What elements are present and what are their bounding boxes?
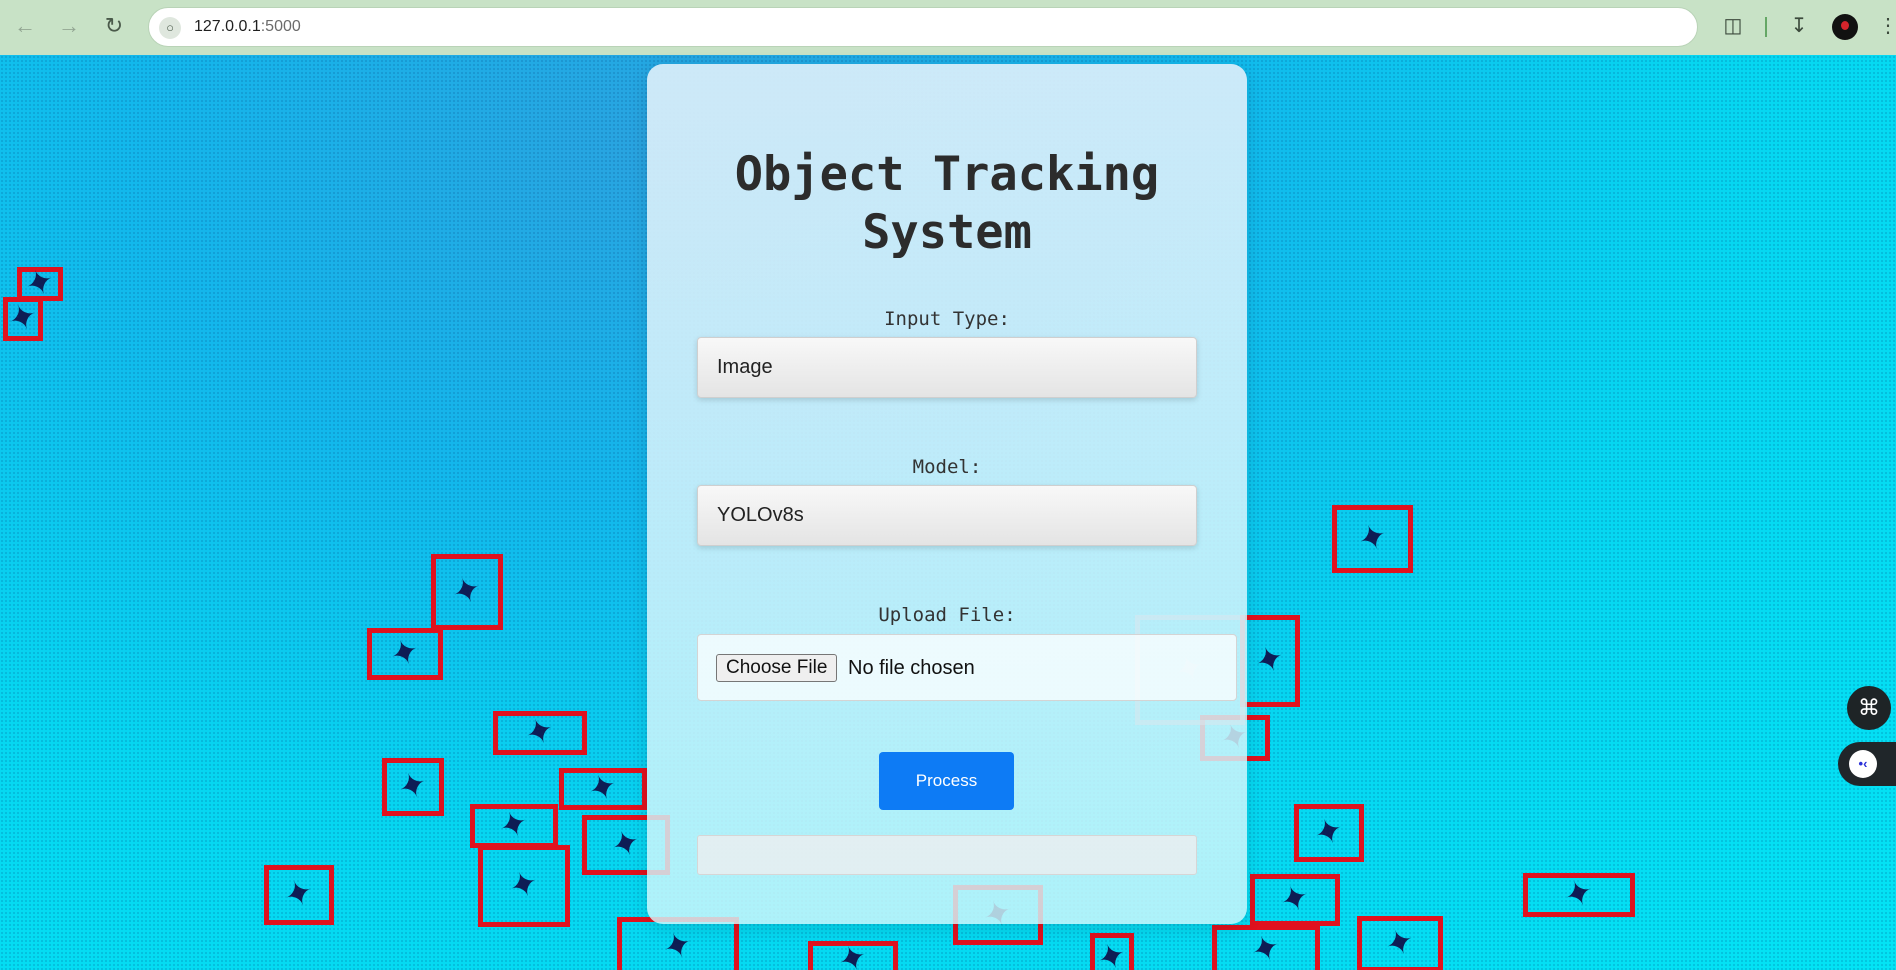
bounding-box [493,711,587,755]
bounding-box [3,297,43,341]
result-status-area [697,835,1197,875]
site-info-icon[interactable]: ○ [159,17,181,39]
bounding-box [1332,505,1413,573]
reload-icon[interactable]: ↻ [100,12,128,40]
bounding-box [808,941,898,970]
menu-dots-icon[interactable]: ⋮ [1878,13,1896,39]
bounding-box [1357,916,1443,970]
url-port: :5000 [260,18,301,35]
download-icon[interactable]: ↧ [1786,13,1812,39]
bounding-box [382,758,444,816]
bounding-box [1250,874,1340,926]
bounding-box [17,267,63,301]
input-type-label: Input Type: [884,308,1010,330]
model-select[interactable]: YOLOv8s [697,485,1197,546]
file-input[interactable]: Choose File No file chosen [697,634,1237,701]
process-button[interactable]: Process [879,752,1014,810]
bounding-box [1212,925,1320,970]
choose-file-button[interactable]: Choose File [716,654,838,682]
forward-arrow-icon[interactable]: → [55,12,83,40]
bounding-box [559,768,647,810]
bounding-box [1240,615,1300,707]
url-text: 127.0.0.1:5000 [194,18,301,36]
bounding-box [1090,933,1134,970]
bounding-box [470,804,558,848]
address-bar[interactable]: ○ 127.0.0.1:5000 [148,7,1698,47]
profile-avatar[interactable] [1832,14,1858,40]
command-icon[interactable]: ⌘ [1847,686,1891,730]
url-host: 127.0.0.1 [194,18,261,35]
bounding-box [617,917,739,970]
model-label: Model: [912,456,982,478]
input-type-select[interactable]: Image [697,337,1197,398]
bounding-box [478,845,570,927]
bounding-box [1523,873,1635,917]
bounding-box [367,628,443,680]
extensions-icon[interactable]: ◫ [1720,13,1746,39]
browser-toolbar: ← → ↻ ○ 127.0.0.1:5000 ◫ ↧ ⋮ [0,0,1896,55]
assistant-widget[interactable]: •‹ [1838,742,1896,786]
page-title: Object Tracking System [734,147,1160,260]
bounding-box [431,554,503,630]
tracking-form-card: Object Tracking System Input Type: Image… [647,64,1247,924]
bounding-box [1294,804,1364,862]
upload-file-label: Upload File: [878,604,1016,626]
bounding-box [264,865,334,925]
assistant-face-icon: •‹ [1849,750,1877,778]
back-arrow-icon[interactable]: ← [11,12,39,40]
toolbar-separator [1765,17,1767,37]
file-status-text: No file chosen [848,657,975,679]
